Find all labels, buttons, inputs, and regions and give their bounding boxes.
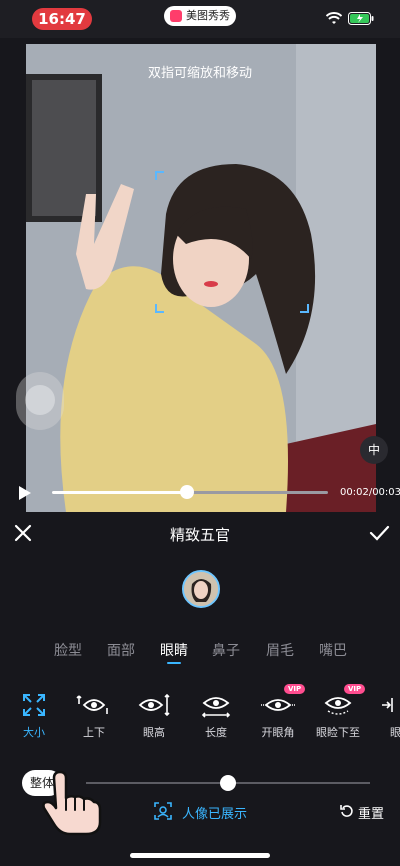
tool-label: 眼高 — [143, 726, 165, 739]
tool-label: 眼睑下至 — [316, 726, 360, 739]
eye-height-icon — [138, 693, 170, 717]
vip-badge: VIP — [284, 684, 306, 694]
home-indicator[interactable] — [130, 853, 270, 858]
tool-eye-height[interactable]: 眼高 — [124, 692, 184, 742]
portrait-photo — [26, 44, 376, 512]
tool-label: 长度 — [205, 726, 227, 739]
feature-tabs: 脸型 面部 眼睛 鼻子 眉毛 嘴巴 — [0, 640, 400, 660]
drag-handle[interactable] — [16, 372, 64, 430]
tool-up-down[interactable]: 上下 — [64, 692, 124, 742]
portrait-shown-label[interactable]: 人像已展示 — [182, 803, 247, 822]
tool-label: 眼 — [390, 726, 400, 739]
intensity-slider-thumb[interactable] — [220, 775, 236, 791]
eyelid-icon — [324, 697, 352, 715]
video-time: 00:02/00:03 — [340, 487, 400, 498]
tool-length[interactable]: 长度 — [186, 692, 246, 742]
tab-eyes[interactable]: 眼睛 — [160, 640, 188, 660]
tab-face[interactable]: 面部 — [107, 640, 135, 660]
tab-nose[interactable]: 鼻子 — [212, 640, 240, 660]
battery-icon — [348, 12, 374, 25]
compare-button[interactable]: 中 — [360, 436, 388, 464]
face-avatar[interactable] — [182, 570, 220, 608]
page-title: 精致五官 — [169, 526, 230, 544]
app-name: 美图秀秀 — [186, 9, 230, 22]
confirm-check-icon[interactable] — [368, 522, 390, 544]
tab-face-shape[interactable]: 脸型 — [54, 640, 82, 660]
tab-underline — [167, 662, 181, 664]
play-icon[interactable] — [16, 484, 34, 502]
tool-eyelid-lower[interactable]: VIP 眼睑下至 — [308, 684, 368, 742]
app-badge[interactable]: 美图秀秀 — [164, 6, 236, 26]
reset-button[interactable]: 重置 — [358, 803, 384, 822]
vip-badge: VIP — [344, 684, 366, 694]
eye-partial-icon — [382, 698, 393, 712]
video-progress-fill — [52, 491, 187, 494]
tool-label: 大小 — [23, 726, 45, 739]
eye-length-icon — [201, 697, 231, 718]
eye-corner-icon — [261, 699, 295, 711]
tool-size[interactable]: 大小 — [4, 692, 64, 742]
tab-eyebrows[interactable]: 眉毛 — [266, 640, 294, 660]
tool-eye-corner[interactable]: VIP 开眼角 — [248, 684, 308, 742]
face-scan-icon[interactable] — [154, 802, 172, 820]
tool-label: 开眼角 — [261, 726, 295, 739]
tap-hand-icon — [42, 770, 102, 836]
tab-mouth[interactable]: 嘴巴 — [319, 640, 347, 660]
photo-preview[interactable] — [26, 44, 376, 512]
face-thumbnail — [184, 572, 218, 606]
tool-partial[interactable]: 眼 — [368, 692, 400, 742]
reset-icon[interactable] — [340, 804, 354, 818]
wifi-icon — [326, 12, 342, 24]
video-progress-thumb[interactable] — [180, 485, 194, 499]
tool-label: 上下 — [83, 726, 105, 739]
gesture-hint: 双指可缩放和移动 — [147, 66, 252, 81]
eye-updown-icon — [76, 695, 108, 714]
app-logo-icon — [170, 10, 182, 22]
expand-icon — [23, 694, 45, 716]
status-time: 16:47 — [32, 8, 92, 30]
